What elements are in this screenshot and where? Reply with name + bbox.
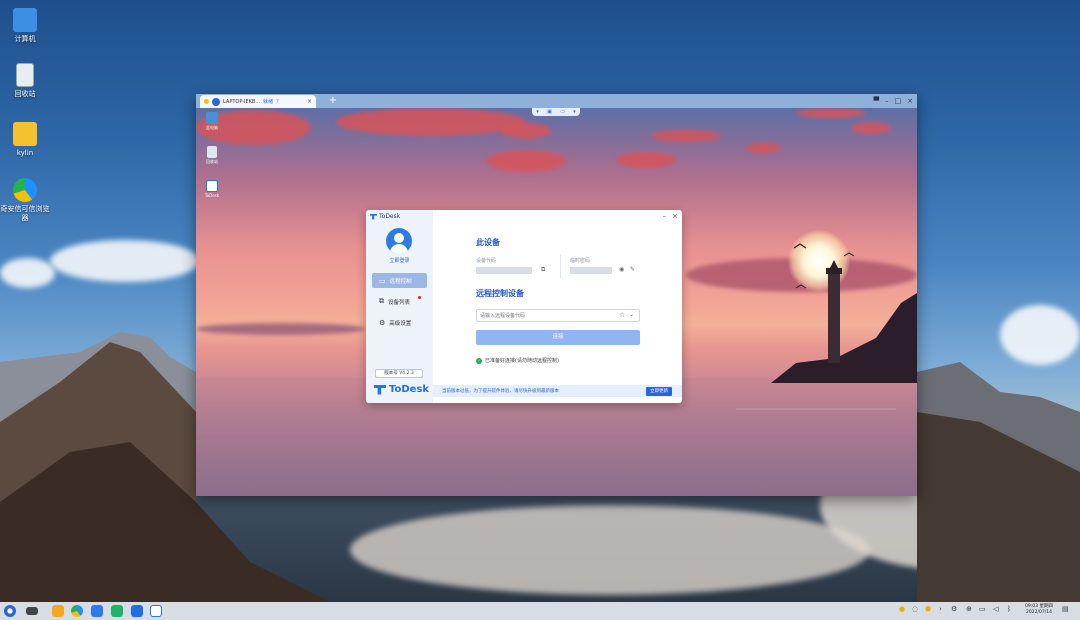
remote-desktop-window: LAPTOP-IEKB... 就绪 ? × + ▀ – □ × ▾ ▣ ▭ ▾ xyxy=(196,94,917,496)
nav-device-list[interactable]: ⧉ 设备列表 xyxy=(372,294,427,309)
remote-device-code-input[interactable] xyxy=(476,309,640,322)
avatar-body xyxy=(390,244,408,254)
edit-icon[interactable]: ✎ xyxy=(630,266,635,273)
this-device-title: 此设备 xyxy=(476,238,500,247)
avatar-head xyxy=(394,233,404,243)
todesk-sidebar: ToDesk 立即登录 ▭ 远程控制 ⧉ 设备列表 ⚙ 高级设置 版本号 V4.… xyxy=(366,210,433,403)
tray-notification-center-icon[interactable]: ▤ xyxy=(1062,605,1069,613)
device-code-value-masked xyxy=(476,267,532,274)
todesk-taskbar-icon[interactable] xyxy=(150,605,162,617)
recycle-bin-icon xyxy=(16,63,34,87)
tray-volume-icon[interactable]: ◁ xyxy=(993,605,998,613)
login-link[interactable]: 立即登录 xyxy=(366,257,433,264)
desktop-icon-recycle-bin[interactable]: 回收站 xyxy=(0,63,50,99)
star-icon[interactable]: ☆ xyxy=(619,311,625,319)
todesk-logo-icon xyxy=(370,213,377,220)
taskbar-clock[interactable]: 09:03 星期四 2022/07/14 xyxy=(1024,604,1054,616)
chevron-down-icon[interactable]: ▾ xyxy=(536,109,539,115)
remote-desktop-icon-this-pc[interactable]: 此电脑 xyxy=(202,112,222,131)
tray-display-icon[interactable]: ▭ xyxy=(979,605,986,613)
recycle-bin-icon xyxy=(207,146,217,158)
avatar-icon xyxy=(212,97,220,106)
mail-icon[interactable] xyxy=(91,605,103,617)
notification-dot xyxy=(418,296,421,299)
connection-status: ✓ 已准备好连接(请勿随动远程控制) xyxy=(476,357,559,364)
tray-network-icon[interactable]: ⊕ xyxy=(966,605,972,613)
todesk-brand-logo: ToDesk xyxy=(374,384,429,395)
todesk-title: ToDesk xyxy=(370,213,400,220)
todesk-main-panel: – × 此设备 设备代码 ⧉ 临时密码 ◉ ✎ 远程控制设备 ☆ ⌄ 连接 ✓ xyxy=(433,210,682,403)
remote-floating-toolbar[interactable]: ▾ ▣ ▭ ▾ xyxy=(532,108,580,116)
gear-icon: ⚙ xyxy=(379,318,386,327)
chevron-down-icon[interactable]: ▾ xyxy=(573,109,576,115)
folder-icon xyxy=(13,122,37,146)
version-badge: 版本号 V4.2.3 xyxy=(375,369,423,378)
status-dot-icon xyxy=(204,99,209,104)
remote-tool-icon[interactable] xyxy=(131,605,143,617)
tray-bluetooth-icon[interactable]: ᛒ xyxy=(1007,605,1011,613)
todesk-window-controls: – × xyxy=(663,212,678,220)
tab-close-icon[interactable]: × xyxy=(307,98,312,105)
file-manager-icon[interactable] xyxy=(52,605,64,617)
desktop-icon-computer[interactable]: 计算机 xyxy=(0,8,50,44)
tray-security-icon[interactable]: ⬟ xyxy=(925,605,931,613)
temp-password-label: 临时密码 xyxy=(570,258,591,264)
tray-notification-icon[interactable]: ● xyxy=(899,605,905,613)
computer-icon xyxy=(206,112,218,124)
update-notice-bar: 当前版本过低，为了提升软件体验，请尽快升级到最新版本 立即更新 xyxy=(433,385,682,397)
close-icon[interactable]: × xyxy=(907,95,913,107)
check-icon: ✓ xyxy=(476,357,482,364)
nav-advanced-settings[interactable]: ⚙ 高级设置 xyxy=(372,315,427,330)
remote-control-title: 远程控制设备 xyxy=(476,289,524,298)
wallpaper-cloud xyxy=(0,258,55,288)
minimize-icon[interactable]: – xyxy=(663,212,667,220)
device-code-label: 设备代码 xyxy=(476,258,497,264)
minimize-icon[interactable]: – xyxy=(885,95,889,107)
monitor-icon: ▭ xyxy=(379,276,386,285)
connect-button[interactable]: 连接 xyxy=(476,330,640,345)
start-menu-icon[interactable] xyxy=(4,605,16,617)
browser-icon[interactable] xyxy=(71,605,83,617)
user-avatar[interactable] xyxy=(386,228,412,254)
pin-icon[interactable]: ▀ xyxy=(874,95,879,107)
maximize-icon[interactable]: □ xyxy=(895,95,902,107)
tray-user-icon[interactable]: ◌ xyxy=(912,605,918,613)
chevron-down-icon[interactable]: ⌄ xyxy=(629,311,634,318)
tray-settings-icon[interactable]: ⚙ xyxy=(951,605,957,613)
chat-icon[interactable] xyxy=(111,605,123,617)
monitor-icon[interactable]: ▭ xyxy=(560,109,565,115)
remote-desktop-icon-recycle-bin[interactable]: 回收站 xyxy=(202,146,222,165)
desktop-icon-kylin-folder[interactable]: kylin xyxy=(0,122,50,158)
devices-icon: ⧉ xyxy=(379,297,384,305)
remote-tab-bar: LAPTOP-IEKB... 就绪 ? × + ▀ – □ × xyxy=(196,94,917,108)
wallpaper-cloud xyxy=(50,240,200,282)
close-icon[interactable]: × xyxy=(672,212,678,220)
todesk-logo-icon xyxy=(374,384,386,395)
desktop-icon-browser[interactable]: 奇安信可信浏览器 xyxy=(0,178,50,223)
todesk-app-icon xyxy=(206,180,218,192)
add-tab-button[interactable]: + xyxy=(327,95,339,107)
remote-session-tab[interactable]: LAPTOP-IEKB... 就绪 ? × xyxy=(200,95,316,108)
update-now-button[interactable]: 立即更新 xyxy=(646,387,672,396)
remote-window-controls: ▀ – □ × xyxy=(874,95,913,107)
nav-remote-control[interactable]: ▭ 远程控制 xyxy=(372,273,427,288)
copy-icon[interactable]: ⧉ xyxy=(541,266,545,274)
tray-arrow-icon[interactable]: › xyxy=(939,605,942,613)
browser-icon xyxy=(13,178,37,202)
divider xyxy=(560,255,561,278)
screen-icon[interactable]: ▣ xyxy=(547,109,552,115)
computer-icon xyxy=(13,8,37,32)
temp-password-value-masked xyxy=(570,267,612,274)
remote-screen[interactable]: 此电脑 回收站 ToDesk ToDesk 立即登录 ▭ 远程控制 ⧉ 设备列表… xyxy=(196,108,917,496)
todesk-app-window: ToDesk 立即登录 ▭ 远程控制 ⧉ 设备列表 ⚙ 高级设置 版本号 V4.… xyxy=(366,210,682,403)
eye-icon[interactable]: ◉ xyxy=(619,266,624,273)
remote-desktop-icon-todesk[interactable]: ToDesk xyxy=(202,180,222,198)
help-icon[interactable]: ? xyxy=(276,99,279,105)
multitask-icon[interactable] xyxy=(26,607,38,615)
taskbar: ● ◌ ⬟ › ⚙ ⊕ ▭ ◁ ᛒ 09:03 星期四 2022/07/14 ▤ xyxy=(0,602,1080,620)
